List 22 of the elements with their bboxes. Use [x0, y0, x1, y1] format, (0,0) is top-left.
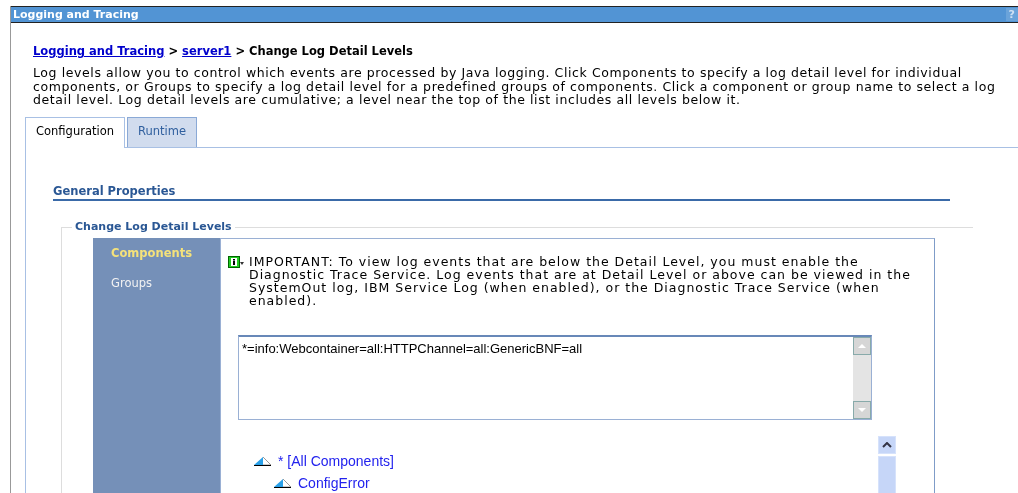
down-arrow-icon	[857, 406, 867, 413]
tab[interactable]: Runtime	[127, 116, 198, 147]
tree-node[interactable]: * [All Components]	[253, 449, 878, 472]
breadcrumb-link[interactable]: server1	[182, 44, 232, 58]
notice-text: IMPORTANT: To view log events that are below the Detail Level, you must enable the Diagnostic Trace Service. Log events that are at Detail Level or above can be viewed in the SystemOut log, IBM Service Log (when enabled), or the Diagnostic Trace Service (when enabled).	[249, 254, 912, 307]
description-text: Log levels allow you to control which events are processed by Java logging. Click Components to specify a log detail level for individual components, or Groups to specify a log detail level for a predefined groups of components. Click a component or group name to select a log detail level. Log detail levels are cumulative; a level near the top of the list includes all levels below it.	[33, 66, 997, 107]
tree-node[interactable]: ConfigError	[273, 471, 878, 493]
section-heading: General Properties	[53, 183, 950, 201]
tab[interactable]: Configuration	[25, 116, 125, 148]
level-icon	[273, 477, 293, 488]
window-title: Logging and Tracing	[13, 8, 139, 21]
fieldset-legend: Change Log Detail Levels	[72, 219, 235, 233]
caret-icon	[882, 441, 892, 448]
up-arrow-icon	[857, 342, 867, 349]
trace-spec-field[interactable]: *=info:Webcontainer=all:HTTPChannel=all:GenericBNF=all	[238, 334, 872, 420]
breadcrumb-separator: >	[168, 44, 179, 58]
breadcrumb-link[interactable]: Logging and Tracing	[33, 44, 165, 58]
breadcrumb-separator: >	[235, 44, 245, 58]
level-icon	[253, 455, 273, 466]
page-title: Change Log Detail Levels	[249, 44, 413, 58]
scroll-down-button[interactable]	[853, 400, 871, 419]
info-icon	[227, 255, 246, 268]
